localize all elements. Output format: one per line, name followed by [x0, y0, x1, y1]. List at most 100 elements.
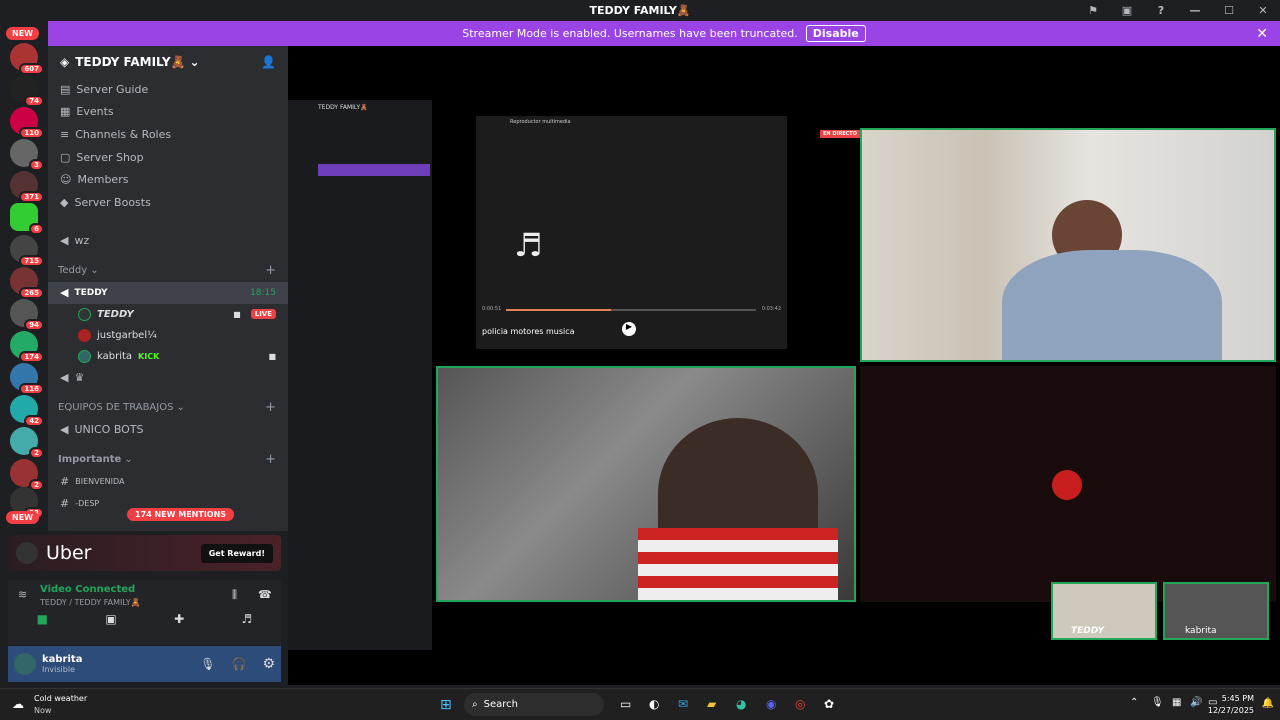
- voice-icon: ◀: [60, 371, 69, 385]
- noise-icon[interactable]: ⫼: [232, 588, 237, 602]
- server-icon[interactable]: 174: [10, 331, 44, 363]
- unread-badge: 42: [24, 415, 44, 427]
- new-pill-top[interactable]: NEW: [6, 27, 39, 40]
- channel-unico-bots[interactable]: ◀ UNICO BOTS: [48, 419, 288, 441]
- server-icon[interactable]: 74: [10, 75, 44, 107]
- voice-channel-teddy[interactable]: ◀ TEDDY 18:15: [48, 281, 288, 304]
- task-view-icon[interactable]: ▭: [620, 697, 631, 711]
- disable-button[interactable]: Disable: [805, 25, 866, 42]
- headphones-icon[interactable]: 🎧: [231, 657, 246, 671]
- thumb-teddy[interactable]: TEDDY: [1051, 582, 1157, 640]
- network-icon[interactable]: ▦: [1172, 697, 1181, 708]
- edge-icon[interactable]: ◕: [736, 697, 746, 711]
- voice-user[interactable]: TEDDY ■ LIVE: [48, 304, 288, 325]
- app-icon[interactable]: ✿: [824, 697, 834, 711]
- media-player-window[interactable]: Reproductor multimedia ♬ 0:00:51 0:03:42…: [476, 116, 787, 349]
- channel-label: -DESP: [75, 499, 100, 509]
- voice-user[interactable]: kabrita KICK ■: [48, 346, 288, 367]
- server-icon[interactable]: 607: [10, 43, 44, 75]
- nav-server-shop[interactable]: ▢ Server Shop: [48, 146, 288, 169]
- discord-icon[interactable]: ◉: [766, 697, 776, 711]
- disconnect-icon[interactable]: ☎: [258, 588, 272, 601]
- nav-members[interactable]: ☺ Members: [48, 168, 288, 191]
- server-icon[interactable]: 3: [10, 139, 44, 171]
- get-reward-button[interactable]: Get Reward!: [200, 543, 273, 563]
- minimize-button[interactable]: —: [1178, 4, 1212, 17]
- copilot-icon[interactable]: ◐: [649, 697, 659, 711]
- video-tile-teddy[interactable]: [860, 128, 1276, 362]
- voice-status[interactable]: Video Connected: [40, 584, 135, 595]
- voice-channel-crown[interactable]: ◀ ♛: [48, 367, 288, 389]
- thumb-kabrita[interactable]: kabrita: [1163, 582, 1269, 640]
- activities-button[interactable]: ✚: [174, 612, 184, 626]
- server-header[interactable]: ◈ TEDDY FAMILY🧸 ⌄ 👤: [48, 46, 288, 78]
- microphone-icon[interactable]: 🎙: [200, 657, 215, 671]
- new-mentions-pill[interactable]: 174 NEW MENTIONS: [127, 508, 235, 521]
- close-window-button[interactable]: ✕: [1246, 4, 1280, 17]
- close-icon[interactable]: ✕: [1256, 26, 1268, 42]
- channel-wz[interactable]: ◀ wz: [48, 230, 288, 252]
- window-titlebar: TEDDY FAMILY🧸 ⚑ ▣ ? — ☐ ✕: [0, 0, 1280, 21]
- server-icon[interactable]: 715: [10, 235, 44, 267]
- screen-share-button[interactable]: ▣: [105, 612, 116, 626]
- unread-badge: 94: [24, 319, 44, 331]
- server-icon[interactable]: 94: [10, 299, 44, 331]
- search-box[interactable]: ⌕ Search: [464, 693, 604, 716]
- maximize-button[interactable]: ☐: [1212, 4, 1246, 17]
- server-icon[interactable]: 110: [10, 107, 44, 139]
- nav-channels-roles[interactable]: ≡ Channels & Roles: [48, 123, 288, 146]
- soundboard-button[interactable]: ♬: [242, 612, 253, 626]
- video-tile-kabrita[interactable]: [436, 366, 856, 602]
- progress-track[interactable]: [506, 309, 756, 311]
- new-pill-bottom[interactable]: NEW: [6, 511, 39, 524]
- screen-icon[interactable]: ▣: [1110, 4, 1144, 17]
- weather-icon[interactable]: ☁: [12, 697, 24, 711]
- clock-time[interactable]: 5:45 PM: [1222, 694, 1254, 703]
- nav-label: Server Guide: [76, 82, 149, 96]
- server-icon[interactable]: 2: [10, 459, 44, 491]
- ad-brand: Uber: [46, 542, 92, 564]
- add-channel-icon[interactable]: +: [265, 263, 276, 278]
- chevron-down-icon: ⌄: [90, 265, 99, 277]
- chevron-up-icon[interactable]: ⌃: [1130, 697, 1138, 708]
- server-icon[interactable]: 116: [10, 363, 44, 395]
- category-importante[interactable]: Importante ⌄ +: [48, 449, 288, 471]
- inbox-icon[interactable]: ⚑: [1076, 4, 1110, 17]
- outlook-icon[interactable]: ✉: [678, 697, 688, 711]
- record-dot: [1052, 470, 1082, 500]
- camera-button[interactable]: ■: [37, 612, 48, 626]
- channel-bienvenida[interactable]: # BIENVENIDA: [48, 471, 288, 493]
- server-icon[interactable]: 265: [10, 267, 44, 299]
- server-icon[interactable]: 6: [10, 203, 44, 235]
- help-icon[interactable]: ?: [1144, 4, 1178, 17]
- file-explorer-icon[interactable]: ▰: [707, 697, 716, 711]
- category-teddy[interactable]: Teddy ⌄ +: [48, 260, 288, 282]
- video-tile-justgarbel[interactable]: [860, 366, 1276, 602]
- user-name: TEDDY: [97, 308, 134, 320]
- chrome-icon[interactable]: ◎: [795, 697, 805, 711]
- server-icon[interactable]: 42: [10, 395, 44, 427]
- user-profile-bar[interactable]: kabrita Invisible 🎙 🎧 ⚙: [8, 646, 281, 682]
- add-channel-icon[interactable]: +: [265, 400, 276, 415]
- invite-icon[interactable]: 👤: [261, 55, 276, 69]
- voice-user[interactable]: justgarbel¼: [48, 325, 288, 346]
- start-icon[interactable]: ⊞: [440, 697, 452, 713]
- uber-ad-banner[interactable]: Uber Get Reward!: [8, 535, 281, 571]
- server-icon[interactable]: 2: [10, 427, 44, 459]
- category-equipos[interactable]: EQUIPOS DE TRABAJOS ⌄ +: [48, 397, 288, 419]
- unread-badge: 110: [19, 127, 44, 139]
- clock-date[interactable]: 12/27/2025: [1208, 706, 1254, 715]
- nav-server-guide[interactable]: ▤ Server Guide: [48, 78, 288, 101]
- play-button[interactable]: ▶: [622, 322, 636, 336]
- calendar-icon: ▦: [60, 105, 71, 119]
- microphone-icon[interactable]: 🎙: [1151, 697, 1164, 708]
- gear-icon[interactable]: ⚙: [262, 656, 275, 672]
- notification-icon[interactable]: 🔔: [1262, 698, 1274, 709]
- nav-label: Server Boosts: [74, 195, 151, 209]
- volume-icon[interactable]: 🔊: [1190, 697, 1202, 708]
- nav-events[interactable]: ▦ Events: [48, 101, 288, 124]
- server-icon[interactable]: 371: [10, 171, 44, 203]
- add-channel-icon[interactable]: +: [265, 452, 276, 467]
- nav-server-boosts[interactable]: ◆ Server Boosts: [48, 191, 288, 214]
- time-total: 0:03:42: [761, 306, 781, 312]
